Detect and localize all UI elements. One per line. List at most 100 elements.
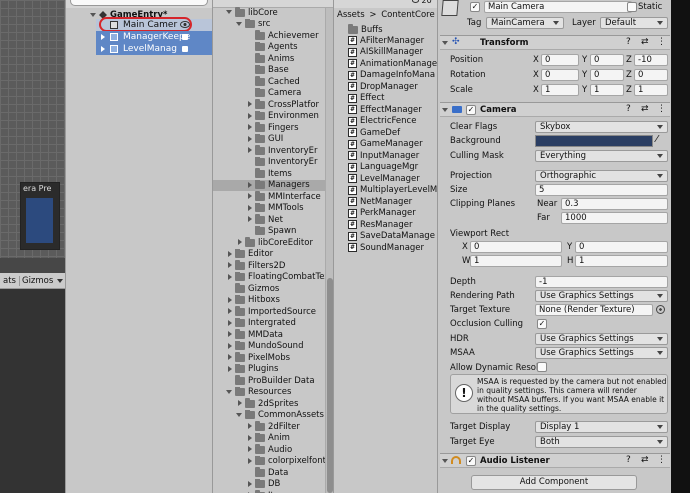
- expand-arrow-icon[interactable]: [248, 124, 252, 130]
- object-picker-icon[interactable]: [656, 305, 665, 314]
- expand-arrow-icon[interactable]: [228, 262, 232, 268]
- folder-tree-item[interactable]: Agents: [213, 41, 325, 53]
- expand-arrow-icon[interactable]: [248, 204, 252, 211]
- target-display-dropdown[interactable]: Display 1: [535, 421, 668, 433]
- expand-arrow-icon[interactable]: [442, 459, 448, 463]
- folder-tree-item[interactable]: Cached: [213, 76, 325, 87]
- allow-dynamic-resolution-checkbox[interactable]: [537, 362, 547, 372]
- folder-tree-item[interactable]: MundoSound: [213, 340, 325, 352]
- expand-arrow-icon[interactable]: [236, 412, 242, 417]
- expand-arrow-icon[interactable]: [248, 135, 252, 142]
- expand-arrow-icon[interactable]: [248, 457, 252, 464]
- rotation-y-field[interactable]: 0: [590, 69, 624, 81]
- eyedropper-icon[interactable]: ⁄: [656, 134, 658, 145]
- depth-field[interactable]: -1: [535, 276, 668, 288]
- breadcrumb-current[interactable]: ContentCore: [381, 10, 434, 20]
- folder-tree-item[interactable]: FloatingCombatTex: [213, 271, 325, 283]
- preset-icon[interactable]: ⇄: [641, 104, 649, 114]
- settings-kebab-icon[interactable]: ⋮: [657, 455, 666, 465]
- script-list-item[interactable]: # AFilterManager: [348, 35, 424, 46]
- tag-dropdown[interactable]: MainCamera: [486, 17, 564, 29]
- expand-arrow-icon[interactable]: [248, 434, 252, 441]
- project-header-tab[interactable]: 20: [412, 0, 432, 5]
- expand-arrow-icon[interactable]: [226, 10, 232, 14]
- viewport-w-field[interactable]: 1: [470, 255, 562, 267]
- help-icon[interactable]: ?: [626, 455, 631, 465]
- position-x-field[interactable]: 0: [541, 54, 579, 66]
- expand-arrow-icon[interactable]: [228, 319, 232, 326]
- script-list-item[interactable]: # LevelManager: [348, 173, 420, 184]
- target-texture-field[interactable]: None (Render Texture): [535, 304, 653, 316]
- lock-icon[interactable]: [182, 46, 188, 52]
- folder-tree-item[interactable]: Plugins: [213, 363, 325, 375]
- script-list-item[interactable]: # GameDef: [348, 127, 400, 138]
- expand-arrow-icon[interactable]: [228, 250, 232, 257]
- script-list-item[interactable]: # ResManager: [348, 219, 412, 230]
- folder-tree-item[interactable]: Fingers: [213, 122, 325, 133]
- script-list-item[interactable]: # Effect: [348, 93, 384, 104]
- expand-arrow-icon[interactable]: [101, 34, 105, 40]
- expand-arrow-icon[interactable]: [228, 365, 232, 372]
- expand-arrow-icon[interactable]: [248, 193, 252, 199]
- transform-header[interactable]: [440, 35, 670, 50]
- scale-z-field[interactable]: 1: [634, 84, 668, 96]
- preset-icon[interactable]: ⇄: [641, 455, 649, 465]
- folder-tree-item[interactable]: InventoryEr: [213, 156, 325, 168]
- script-list-item[interactable]: # DropManager: [348, 81, 418, 92]
- expand-arrow-icon[interactable]: [90, 12, 96, 17]
- help-icon[interactable]: ?: [626, 37, 631, 47]
- folder-tree-item[interactable]: Spawn: [213, 225, 325, 237]
- rendering-path-dropdown[interactable]: Use Graphics Settings: [535, 290, 668, 302]
- script-list-item[interactable]: # AnimationManage: [348, 58, 437, 69]
- expand-arrow-icon[interactable]: [442, 108, 448, 112]
- folder-tree-item[interactable]: Hitboxs: [213, 294, 325, 306]
- expand-arrow-icon[interactable]: [248, 216, 252, 222]
- expand-arrow-icon[interactable]: [248, 181, 252, 188]
- folder-tree-item[interactable]: Camera: [213, 87, 325, 99]
- script-list-item[interactable]: # InputManager: [348, 150, 419, 161]
- script-list-item[interactable]: # SaveDataManage: [348, 231, 435, 242]
- viewport-y-field[interactable]: 0: [575, 241, 668, 253]
- add-component-button[interactable]: Add Component: [471, 475, 637, 490]
- far-field[interactable]: 1000: [561, 212, 668, 224]
- settings-kebab-icon[interactable]: ⋮: [657, 104, 666, 114]
- projection-dropdown[interactable]: Orthographic: [535, 170, 668, 182]
- static-checkbox[interactable]: [627, 2, 637, 12]
- background-color-swatch[interactable]: [535, 135, 653, 147]
- preset-icon[interactable]: ⇄: [641, 37, 649, 47]
- rotation-z-field[interactable]: 0: [634, 69, 668, 81]
- folder-tree-item[interactable]: libCoreEditor: [213, 237, 325, 248]
- folder-tree-item[interactable]: Net: [213, 214, 325, 225]
- target-eye-dropdown[interactable]: Both: [535, 436, 668, 448]
- occlusion-culling-checkbox[interactable]: ✓: [537, 319, 547, 329]
- expand-arrow-icon[interactable]: [248, 480, 252, 487]
- clear-flags-dropdown[interactable]: Skybox: [535, 121, 668, 133]
- folder-tree-item[interactable]: Achievemer: [213, 30, 325, 41]
- folder-tree-item[interactable]: Gizmos: [213, 283, 325, 294]
- expand-arrow-icon[interactable]: [236, 21, 242, 26]
- expand-arrow-icon[interactable]: [248, 101, 252, 107]
- expand-arrow-icon[interactable]: [228, 342, 232, 349]
- folder-tree-item[interactable]: ProBuilder Data: [213, 375, 325, 386]
- hierarchy-search-input[interactable]: [70, 0, 208, 6]
- folder-tree-item[interactable]: MMData: [213, 329, 325, 340]
- scene-toolbar-stats[interactable]: ats: [0, 276, 19, 286]
- hierarchy-item-main-camera[interactable]: Main Camer: [96, 17, 212, 32]
- scale-y-field[interactable]: 1: [590, 84, 624, 96]
- folder-tree-item[interactable]: GUI: [213, 133, 325, 145]
- folder-tree-item[interactable]: Audio: [213, 444, 325, 455]
- hdr-dropdown[interactable]: Use Graphics Settings: [535, 333, 668, 345]
- help-icon[interactable]: ?: [626, 104, 631, 114]
- expand-arrow-icon[interactable]: [248, 446, 252, 452]
- script-list-item[interactable]: # DamageInfoMana: [348, 70, 435, 81]
- viewport-h-field[interactable]: 1: [575, 255, 668, 267]
- script-list-item[interactable]: # AISkillManager: [348, 47, 423, 58]
- folder-tree-item[interactable]: Data: [213, 467, 325, 478]
- folder-tree-item[interactable]: 2dSprites: [213, 398, 325, 409]
- script-list-item[interactable]: # EffectManager: [348, 104, 422, 115]
- expand-arrow-icon[interactable]: [248, 423, 252, 429]
- folder-tree-item[interactable]: MMInterface: [213, 191, 325, 202]
- breadcrumb-assets[interactable]: Assets: [337, 10, 365, 20]
- active-checkbox[interactable]: ✓: [470, 2, 480, 12]
- folder-tree-item[interactable]: libCore: [213, 7, 325, 18]
